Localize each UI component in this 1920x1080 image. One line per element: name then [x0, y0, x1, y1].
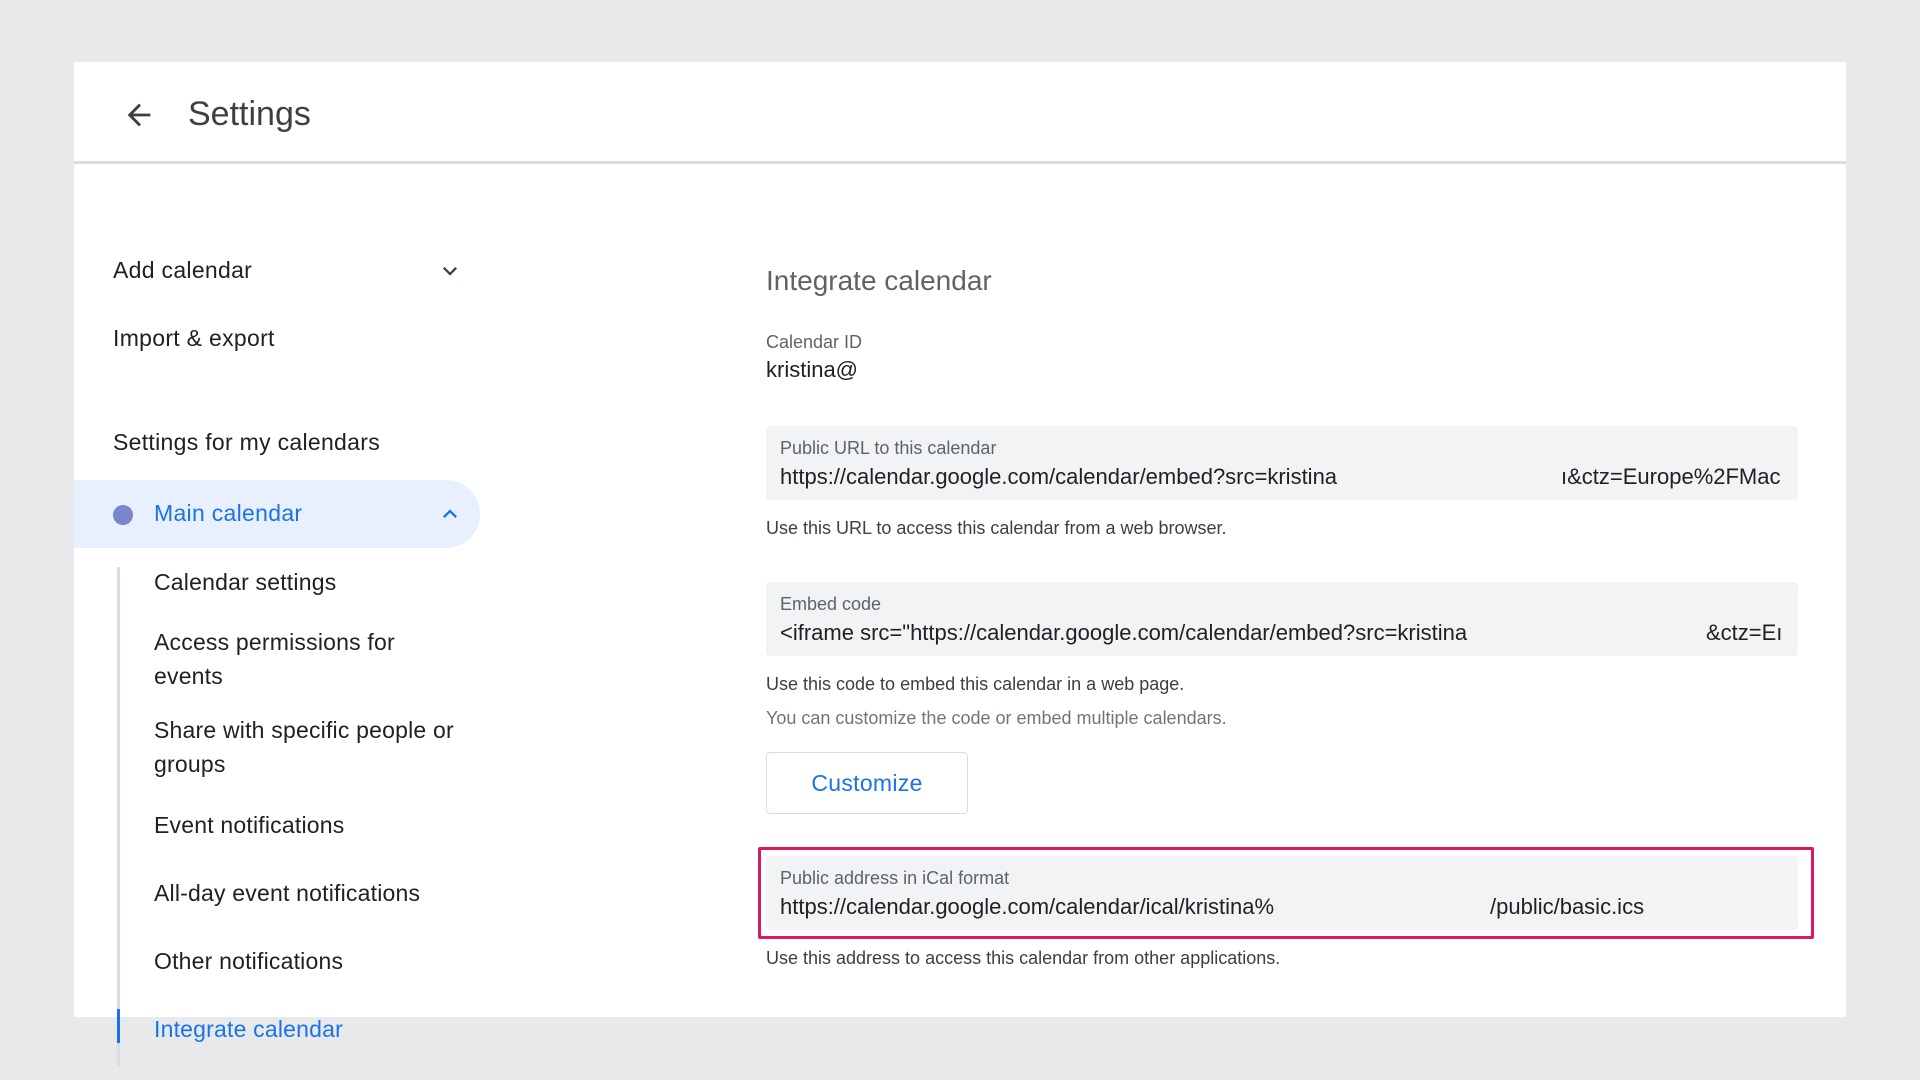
ical-address-field[interactable]: Public address in iCal format https://ca… [766, 856, 1798, 930]
sidebar: Add calendar Import & export Settings fo… [74, 167, 494, 1067]
public-url-helper: Use this URL to access this calendar fro… [766, 518, 1227, 538]
settings-window: Settings Add calendar Import & export Se… [74, 62, 1846, 1067]
main-calendar-label: Main calendar [154, 500, 303, 526]
ical-address-value-start[interactable]: https://calendar.google.com/calendar/ica… [780, 894, 1274, 920]
ical-address-helper: Use this address to access this calendar… [766, 948, 1281, 968]
embed-code-value-start[interactable]: <iframe src="https://calendar.google.com… [780, 620, 1467, 646]
embed-code-helper: Use this code to embed this calendar in … [766, 674, 1185, 694]
public-url-value-start[interactable]: https://calendar.google.com/calendar/emb… [780, 464, 1337, 490]
sidebar-subitem-other-notifications[interactable]: Other notifications [154, 944, 454, 978]
sidebar-subitem-access-permissions[interactable]: Access permissions for events [154, 625, 454, 693]
chevron-down-icon[interactable] [436, 257, 464, 285]
calendar-id-label: Calendar ID [766, 332, 863, 352]
public-url-value-end[interactable]: ı&ctz=Europe%2FMac [1561, 464, 1780, 490]
sidebar-item-label: Add calendar [113, 257, 253, 283]
public-url-field[interactable]: Public URL to this calendar https://cale… [766, 426, 1798, 500]
sidebar-item-import-export[interactable]: Import & export [113, 325, 275, 352]
embed-code-value-end[interactable]: &ctz=Eı [1706, 620, 1782, 646]
public-url-label: Public URL to this calendar [780, 438, 997, 458]
embed-code-helper-secondary: You can customize the code or embed mult… [766, 708, 1227, 728]
chevron-up-icon[interactable] [436, 500, 464, 528]
sidebar-subitem-calendar-settings[interactable]: Calendar settings [154, 565, 454, 599]
back-button[interactable] [112, 88, 166, 142]
embed-code-label: Embed code [780, 594, 882, 614]
calendar-color-dot [113, 505, 133, 525]
calendar-id-value: kristina@ [766, 357, 859, 382]
arrow-back-icon [127, 103, 151, 127]
sidebar-subitem-allday-notifications[interactable]: All-day event notifications [154, 876, 454, 910]
sidebar-item-label: Import & export [113, 325, 275, 351]
customize-button[interactable]: Customize [766, 752, 968, 814]
sidebar-item-main-calendar[interactable]: Main calendar [74, 480, 480, 548]
ical-address-label: Public address in iCal format [780, 868, 1010, 888]
sidebar-item-add-calendar[interactable]: Add calendar [113, 257, 252, 284]
sidebar-subitem-integrate-calendar[interactable]: Integrate calendar [154, 1012, 454, 1046]
sidebar-section-heading: Settings for my calendars [113, 429, 381, 455]
embed-code-field[interactable]: Embed code <iframe src="https://calendar… [766, 582, 1798, 656]
subnav-active-indicator [117, 1009, 120, 1043]
section-title: Integrate calendar [766, 265, 992, 296]
sidebar-subitem-share-specific[interactable]: Share with specific people or groups [154, 713, 454, 781]
subnav-divider [117, 567, 120, 1067]
sidebar-subitem-event-notifications[interactable]: Event notifications [154, 808, 454, 842]
ical-address-value-end[interactable]: /public/basic.ics [1490, 894, 1644, 920]
page-title: Settings [188, 95, 311, 133]
top-bar: Settings [74, 62, 1846, 164]
